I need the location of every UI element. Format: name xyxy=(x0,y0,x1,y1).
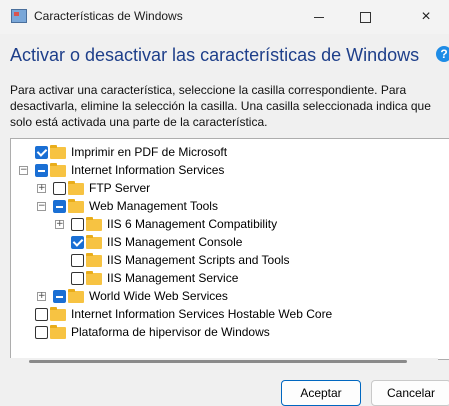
folder-icon xyxy=(50,325,66,339)
window-features-icon xyxy=(11,9,27,23)
feature-label: Imprimir en PDF de Microsoft xyxy=(71,145,228,159)
folder-icon xyxy=(68,199,84,213)
description-text: Para activar una característica, selecci… xyxy=(10,82,449,130)
feature-label: Web Management Tools xyxy=(89,199,218,213)
folder-icon xyxy=(86,235,102,249)
feature-checkbox[interactable] xyxy=(71,254,84,267)
tree-item[interactable]: IIS Management Scripts and Tools xyxy=(11,251,449,269)
tree-item[interactable]: + World Wide Web Services xyxy=(11,287,449,305)
maximize-icon xyxy=(359,11,371,23)
close-icon: × xyxy=(421,8,431,25)
tree-item[interactable]: + IIS 6 Management Compatibility xyxy=(11,215,449,233)
minimize-button[interactable] xyxy=(296,0,342,34)
folder-icon xyxy=(86,271,102,285)
folder-icon xyxy=(86,253,102,267)
feature-checkbox[interactable] xyxy=(35,146,48,159)
minimize-icon xyxy=(314,16,324,18)
feature-label: IIS 6 Management Compatibility xyxy=(107,217,278,231)
description-line: desactivarla, elimine la selección la ca… xyxy=(10,99,431,113)
feature-checkbox[interactable] xyxy=(53,200,66,213)
expand-icon[interactable]: + xyxy=(55,220,64,229)
feature-label: Internet Information Services Hostable W… xyxy=(71,307,333,321)
folder-icon xyxy=(50,163,66,177)
ok-button[interactable]: Aceptar xyxy=(281,380,361,406)
horizontal-scrollbar-thumb[interactable] xyxy=(29,360,407,363)
maximize-button[interactable] xyxy=(342,0,388,34)
feature-label: Plataforma de hipervisor de Windows xyxy=(71,325,270,339)
tree-item[interactable]: + FTP Server xyxy=(11,179,449,197)
feature-checkbox[interactable] xyxy=(35,164,48,177)
horizontal-scrollbar[interactable] xyxy=(10,358,438,365)
tree-item[interactable]: Plataforma de hipervisor de Windows xyxy=(11,323,449,341)
feature-label: FTP Server xyxy=(89,181,151,195)
feature-checkbox[interactable] xyxy=(35,326,48,339)
feature-label: World Wide Web Services xyxy=(89,289,228,303)
tree-item[interactable]: Imprimir en PDF de Microsoft xyxy=(11,143,449,161)
feature-checkbox[interactable] xyxy=(53,290,66,303)
tree-item[interactable]: IIS Management Service xyxy=(11,269,449,287)
tree-item[interactable]: − Web Management Tools xyxy=(11,197,449,215)
feature-checkbox[interactable] xyxy=(53,182,66,195)
folder-icon xyxy=(50,145,66,159)
expand-icon[interactable]: + xyxy=(37,292,46,301)
cancel-button[interactable]: Cancelar xyxy=(371,380,449,406)
feature-checkbox[interactable] xyxy=(71,218,84,231)
expand-icon[interactable]: + xyxy=(37,184,46,193)
folder-icon xyxy=(68,181,84,195)
feature-label: IIS Management Service xyxy=(107,271,239,285)
features-tree[interactable]: Imprimir en PDF de Microsoft − Internet In… xyxy=(10,138,449,360)
description-line: solo está activada una parte de la carac… xyxy=(10,115,268,129)
feature-checkbox[interactable] xyxy=(35,308,48,321)
title-bar: Características de Windows × xyxy=(0,0,449,34)
feature-label: Internet Information Services xyxy=(71,163,225,177)
page-title: Activar o desactivar las características… xyxy=(10,45,420,65)
close-button[interactable]: × xyxy=(403,0,449,34)
folder-icon xyxy=(50,307,66,321)
folder-icon xyxy=(86,217,102,231)
feature-label: IIS Management Console xyxy=(107,235,243,249)
tree-item[interactable]: − Internet Information Services xyxy=(11,161,449,179)
feature-checkbox[interactable] xyxy=(71,272,84,285)
help-icon[interactable]: ? xyxy=(436,46,449,62)
folder-icon xyxy=(68,289,84,303)
tree-item[interactable]: IIS Management Console xyxy=(11,233,449,251)
collapse-icon[interactable]: − xyxy=(19,166,28,175)
description-line: Para activar una característica, selecci… xyxy=(10,83,407,97)
collapse-icon[interactable]: − xyxy=(37,202,46,211)
window-title: Características de Windows xyxy=(34,9,183,23)
tree-item[interactable]: Internet Information Services Hostable W… xyxy=(11,305,449,323)
feature-checkbox[interactable] xyxy=(71,236,84,249)
feature-label: IIS Management Scripts and Tools xyxy=(107,253,290,267)
